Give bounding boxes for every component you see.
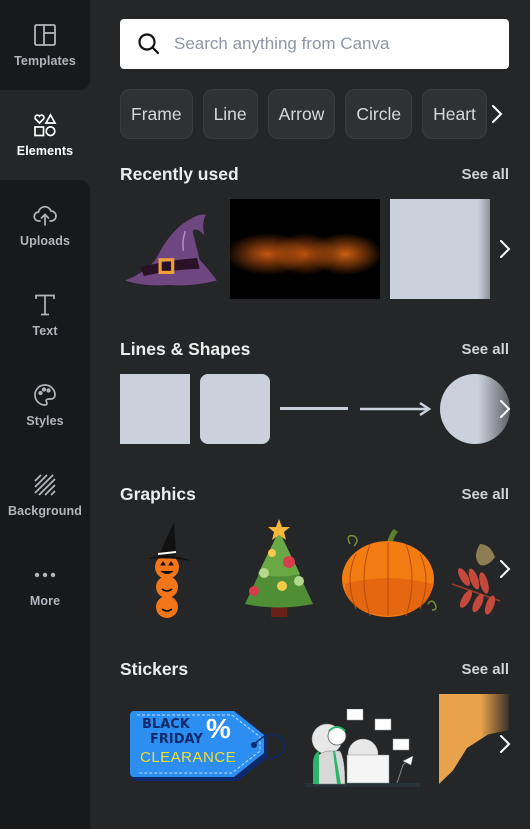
lines-shapes-row [120,374,530,444]
chevron-right-icon [500,560,511,578]
witch-hat-graphic[interactable] [120,204,220,294]
see-all-recently-used[interactable]: See all [461,166,509,183]
chevron-right-icon [500,240,511,258]
background-stripes-icon [34,474,56,496]
see-all-graphics[interactable]: See all [461,486,509,503]
recently-used-scroll-right-button[interactable] [490,199,530,299]
line-shape[interactable] [280,407,348,410]
elements-icon [34,113,57,137]
elements-panel: Frame Line Arrow Circle Heart Recently u… [90,0,530,829]
sidebar-item-templates[interactable]: Templates [0,0,90,90]
arrow-line-shape[interactable] [360,401,432,417]
chevron-right-icon [492,105,503,123]
chips-scroll-right-button[interactable] [490,89,530,139]
christmas-tree-graphic[interactable] [238,519,323,619]
section-title-recently-used: Recently used [120,164,239,184]
section-title-graphics: Graphics [120,484,196,504]
sidebar-item-label: Background [8,504,82,518]
stacked-pumpkins-graphic[interactable] [120,519,200,619]
pumpkin-graphic[interactable] [340,524,440,619]
more-dots-icon [34,572,56,578]
chip-heart[interactable]: Heart [422,89,487,139]
chip-line[interactable]: Line [202,89,258,139]
sidebar-filler [0,630,90,829]
chip-arrow[interactable]: Arrow [267,89,336,139]
chip-frame[interactable]: Frame [120,89,193,139]
tag-text-black: BLACK [142,717,190,732]
sidebar-item-uploads[interactable]: Uploads [0,180,90,270]
graphics-row [120,519,530,619]
sidebar-item-label: Templates [14,54,76,68]
rounded-square-shape[interactable] [200,374,270,444]
square-shape-thumb[interactable] [390,199,490,299]
chip-row: Frame Line Arrow Circle Heart [120,89,530,139]
sidebar-item-more[interactable]: More [0,540,90,630]
stickers-row: BLACK FRIDAY CLEARANCE % [120,694,530,794]
sidebar-item-label: More [29,594,61,608]
sidebar-item-styles[interactable]: Styles [0,360,90,450]
section-title-lines-shapes: Lines & Shapes [120,339,251,359]
customer-support-sticker[interactable] [305,709,425,789]
see-all-lines-shapes[interactable]: See all [461,341,509,358]
chip-circle[interactable]: Circle [345,89,413,139]
percent-symbol: % [206,713,231,744]
stickers-scroll-right-button[interactable] [490,694,530,794]
upload-cloud-icon [33,205,57,226]
sidebar-item-text[interactable]: Text [0,270,90,360]
see-all-stickers[interactable]: See all [461,661,509,678]
chevron-right-icon [500,400,511,418]
palette-icon [34,384,56,406]
graphics-scroll-right-button[interactable] [490,519,530,619]
text-icon [35,294,55,316]
search-bar[interactable] [120,19,509,69]
sidebar: Templates Elements Uploads Text Styles B… [0,0,90,829]
search-icon [138,33,160,55]
chevron-right-icon [500,735,511,753]
tag-text-clearance: CLEARANCE [140,749,237,766]
sidebar-item-elements[interactable]: Elements [0,90,90,180]
sidebar-item-label: Styles [26,414,64,428]
black-friday-tag-sticker[interactable]: BLACK FRIDAY CLEARANCE % [130,709,290,781]
recently-used-row [120,199,530,299]
sidebar-item-label: Uploads [19,234,70,248]
lines-shapes-scroll-right-button[interactable] [490,374,530,444]
tag-text-friday: FRIDAY [150,732,203,747]
templates-icon [34,24,56,46]
sidebar-item-label: Elements [16,144,74,158]
sidebar-item-label: Text [32,324,58,338]
square-shape[interactable] [120,374,190,444]
halloween-night-photo[interactable] [230,199,380,299]
search-input[interactable] [174,34,494,54]
section-title-stickers: Stickers [120,659,189,679]
sidebar-item-background[interactable]: Background [0,450,90,540]
